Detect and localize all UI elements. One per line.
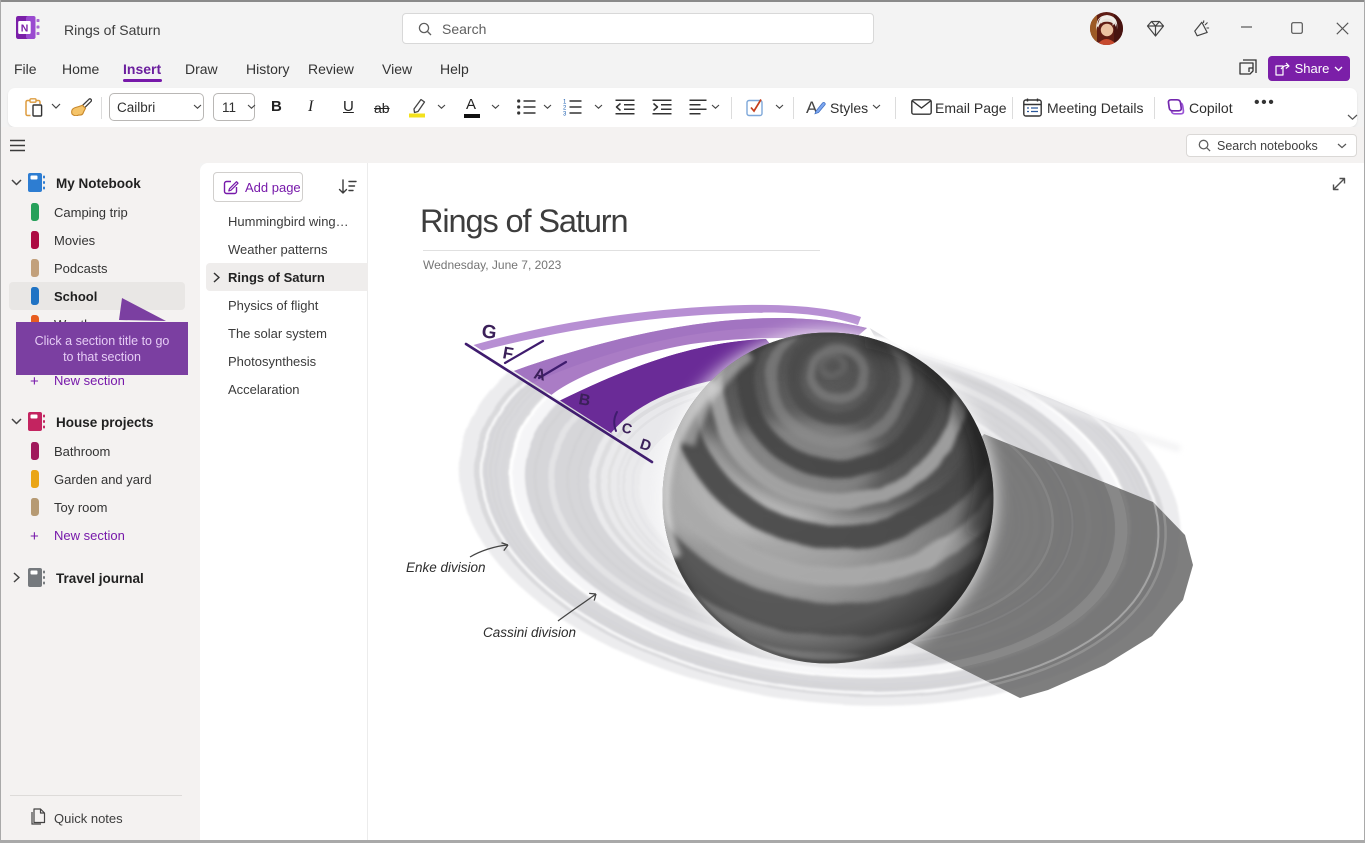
svg-text:Enke division: Enke division — [406, 560, 486, 575]
svg-text:F: F — [501, 343, 515, 364]
svg-text:3: 3 — [563, 112, 567, 117]
svg-text:A: A — [806, 98, 818, 117]
svg-text:N: N — [21, 22, 29, 34]
svg-text:Cassini division: Cassini division — [483, 625, 576, 640]
svg-text:G: G — [480, 321, 498, 344]
